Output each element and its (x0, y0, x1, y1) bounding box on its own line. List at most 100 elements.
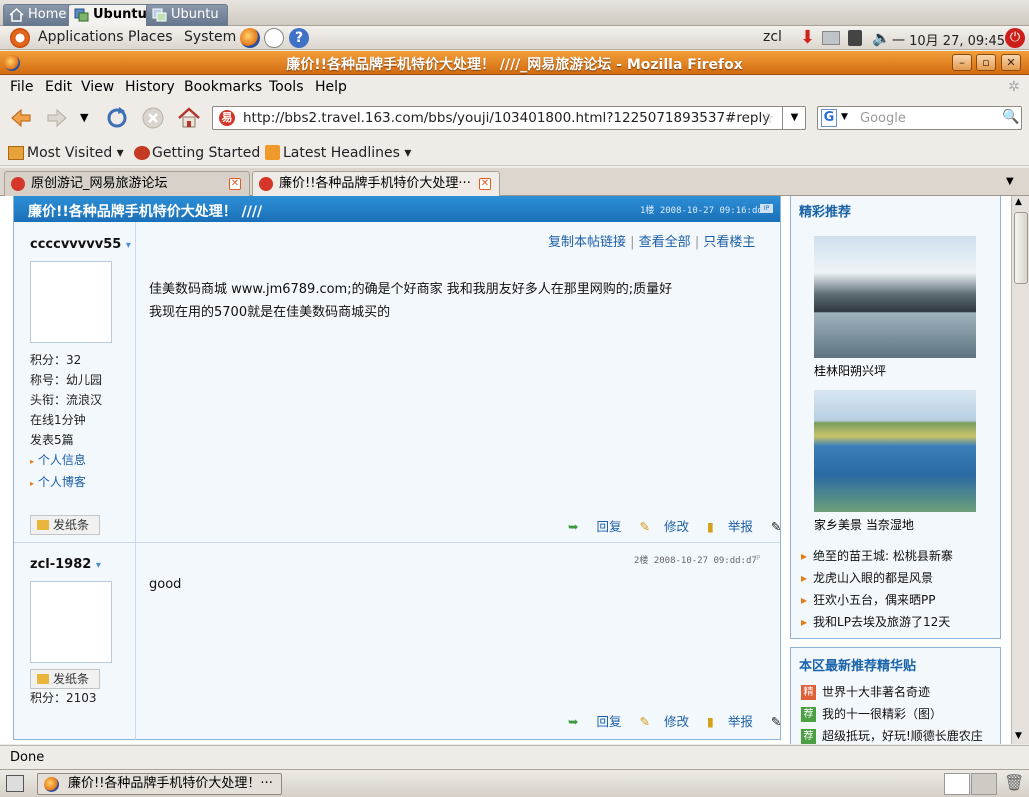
search-magnifier-icon[interactable]: 🔍 (1002, 109, 1019, 125)
list-item[interactable]: ▸ 我和LP去埃及旅游了12天 (801, 611, 953, 633)
tab-current-thread[interactable]: 廉价!!各种品牌手机特价大处理··· ✕ (252, 171, 500, 197)
bookmark-star-icon[interactable]: ☆ (761, 109, 774, 127)
google-engine-icon[interactable]: G (821, 109, 837, 127)
places-menu[interactable]: Places (128, 29, 173, 45)
tab-list-icon[interactable]: ▼ (1006, 176, 1014, 187)
workspace-tab-ubuntu[interactable]: Ubuntu (146, 4, 228, 26)
url-bar[interactable]: 易 http://bbs2.travel.163.com/bbs/youji/1… (212, 106, 806, 130)
list-item[interactable]: 荐超级抵玩，好玩!顺德长鹿农庄 (801, 725, 983, 744)
menu-edit[interactable]: Edit (45, 79, 72, 95)
bottom-panel: 廉价!!各种品牌手机特价大处理！··· 🗑 (0, 769, 1029, 797)
top-panel: Applications Places System ? zcl ⬇ 🔈 一 1… (0, 26, 1029, 50)
edit-button[interactable]: ✎ 修改 (639, 714, 689, 729)
menu-view[interactable]: View (81, 79, 114, 95)
window-titlebar[interactable]: 廉价!!各种品牌手机特价大处理！ ////_网易旅游论坛 - Mozilla F… (0, 51, 1029, 75)
show-desktop-icon[interactable] (6, 775, 24, 792)
printer-icon[interactable] (822, 31, 840, 45)
help-icon[interactable]: ? (289, 28, 309, 48)
search-placeholder: Google (860, 111, 906, 126)
workspace-2-switcher[interactable] (971, 773, 997, 795)
send-note-button[interactable]: 发纸条 (30, 515, 100, 535)
menu-tools[interactable]: Tools (269, 79, 304, 95)
volume-icon[interactable]: 🔈 (872, 29, 891, 47)
search-bar[interactable]: G ▼ Google 🔍 (817, 106, 1022, 130)
tab-original-travelogue[interactable]: 原创游记_网易旅游论坛 ✕ (4, 171, 250, 197)
firefox-launcher-icon[interactable] (240, 28, 260, 48)
back-icon[interactable] (8, 105, 34, 131)
applications-menu[interactable]: Applications (38, 29, 124, 45)
system-menu[interactable]: System (184, 29, 236, 45)
bookmark-most-visited[interactable]: Most Visited ▾ (27, 145, 124, 161)
reply-button[interactable]: ➥ 回复 (568, 714, 621, 729)
site-favicon-icon: 易 (219, 110, 235, 126)
close-button[interactable]: ✕ (1001, 54, 1021, 71)
workspace-1-switcher[interactable] (944, 773, 970, 795)
mail-launcher-icon[interactable] (264, 28, 284, 48)
list-item[interactable]: ▸ 狂欢小五台，偶来晒PP (801, 589, 953, 611)
featured-image-wetland[interactable] (814, 390, 976, 512)
ip-icon[interactable]: IP (760, 204, 773, 213)
report-button[interactable]: ▮ 举报 (707, 714, 753, 729)
copy-link[interactable]: 复制本帖链接 (548, 235, 626, 250)
list-item[interactable]: ▸ 龙虎山入眼的都是风景 (801, 567, 953, 589)
trash-icon[interactable]: 🗑 (1004, 773, 1024, 795)
avatar[interactable] (30, 261, 112, 343)
folder-icon (8, 146, 24, 160)
report-button[interactable]: ▮ 举报 (707, 519, 753, 534)
edit-button[interactable]: ✎ 修改 (639, 519, 689, 534)
profile-link[interactable]: ▸ 个人信息 (30, 450, 102, 472)
list-item[interactable]: 荐我的十一很精彩（图） (801, 703, 983, 725)
workspace-tab-home[interactable]: Home (3, 4, 76, 26)
featured-box: 精彩推荐 桂林阳朔兴坪 家乡美景 当奈湿地 ▸ 绝至的苗王城: 松桃县新寨 ▸ 龙虎… (790, 196, 1001, 639)
firefox-icon (44, 777, 59, 792)
list-item[interactable]: ▸ 绝至的苗王城: 松桃县新寨 (801, 545, 953, 567)
power-icon[interactable]: ⏻ (1005, 28, 1025, 48)
avatar[interactable] (30, 581, 112, 663)
menu-bookmarks[interactable]: Bookmarks (184, 79, 262, 95)
update-notifier-icon[interactable]: ⬇ (800, 28, 820, 48)
workspace-bar: Home Ubuntu Ubuntu (0, 0, 1029, 26)
view-all-link[interactable]: 查看全部 (639, 235, 691, 250)
url-dropdown-icon[interactable]: ▼ (782, 106, 806, 130)
maximize-button[interactable]: ▫ (976, 54, 996, 71)
ip-icon[interactable]: IP (754, 554, 760, 562)
post-2-username[interactable]: zcl-1982 ▾ (30, 557, 101, 572)
minimize-button[interactable]: – (952, 54, 972, 71)
menu-file[interactable]: File (10, 79, 33, 95)
reload-icon[interactable] (104, 105, 130, 131)
thread-panel: 廉价!!各种品牌手机特价大处理！ //// 1楼 2008-10-27 09:1… (13, 196, 845, 740)
workspace-tab-ubuntu-active[interactable]: Ubuntu (68, 4, 156, 26)
menu-help[interactable]: Help (315, 79, 347, 95)
taskbar-window-button[interactable]: 廉价!!各种品牌手机特价大处理！··· (37, 773, 282, 795)
featured-caption[interactable]: 家乡美景 当奈湿地 (814, 516, 914, 533)
vertical-scrollbar[interactable]: ▲ ▼ (1011, 196, 1029, 744)
network-icon[interactable] (848, 30, 862, 46)
author-only-link[interactable]: 只看楼主 (703, 235, 755, 250)
post-1-username[interactable]: ccccvvvvv55 ▾ (30, 237, 131, 252)
list-item[interactable]: 精世界十大非著名奇迹 (801, 681, 983, 703)
featured-links: ▸ 绝至的苗王城: 松桃县新寨 ▸ 龙虎山入眼的都是风景 ▸ 狂欢小五台，偶来晒PP … (801, 545, 953, 633)
stop-icon[interactable] (140, 105, 166, 131)
history-dropdown-icon[interactable]: ▼ (80, 105, 106, 131)
bookmark-getting-started[interactable]: Getting Started (152, 145, 260, 161)
bookmark-latest-headlines[interactable]: Latest Headlines ▾ (283, 145, 411, 161)
send-note-button[interactable]: 发纸条 (30, 669, 100, 689)
reply-button[interactable]: ➥ 回复 (568, 519, 621, 534)
forward-icon[interactable] (44, 105, 70, 131)
scroll-up-icon[interactable]: ▲ (1015, 197, 1022, 207)
featured-image-guilin[interactable] (814, 236, 976, 358)
navigation-toolbar: ▼ 易 http://bbs2.travel.163.com/bbs/youji… (0, 99, 1029, 137)
home-icon[interactable] (176, 105, 202, 131)
menu-history[interactable]: History (125, 79, 175, 95)
tab-close-icon[interactable]: ✕ (479, 178, 491, 190)
page-content: 廉价!!各种品牌手机特价大处理！ //// 1楼 2008-10-27 09:1… (0, 196, 1011, 744)
username-label: zcl (763, 29, 782, 45)
featured-caption[interactable]: 桂林阳朔兴坪 (814, 362, 886, 379)
blog-link[interactable]: ▸ 个人博客 (30, 472, 102, 494)
clock[interactable]: 一 10月 27, 09:45 (892, 30, 1005, 49)
url-text[interactable]: http://bbs2.travel.163.com/bbs/youji/103… (243, 110, 770, 126)
tab-close-icon[interactable]: ✕ (229, 178, 241, 190)
engine-dropdown-icon[interactable]: ▼ (841, 112, 848, 122)
scroll-thumb[interactable] (1014, 212, 1028, 284)
scroll-down-icon[interactable]: ▼ (1015, 731, 1022, 741)
